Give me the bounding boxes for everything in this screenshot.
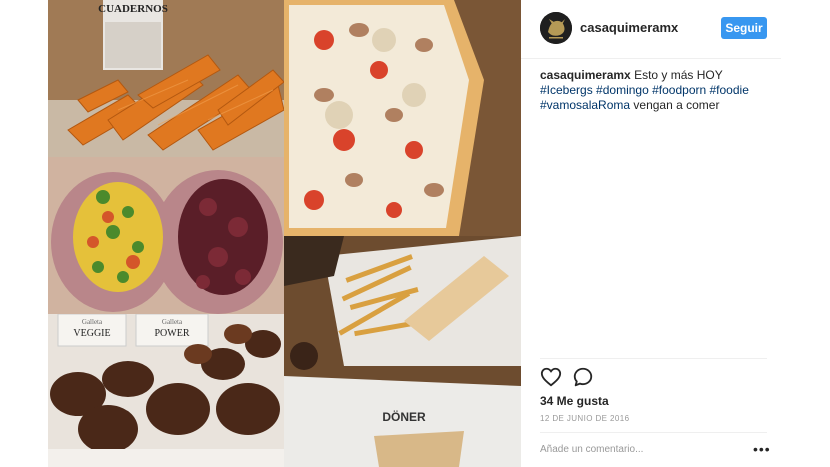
tacos-tile: [48, 157, 284, 314]
header-username[interactable]: casaquimeramx: [580, 20, 678, 35]
hashtag-icebergs[interactable]: #Icebergs: [540, 83, 593, 97]
card2-line2: POWER: [155, 328, 190, 339]
post-sidebar: casaquimeramx Seguir casaquimeramx Esto …: [521, 0, 781, 467]
cookies-tile: Galleta VEGGIE Galleta POWER: [48, 314, 284, 467]
comment-divider: [540, 432, 767, 433]
chimera-logo-icon: [540, 12, 572, 44]
hashtag-vamosalaroma[interactable]: #vamosalaRoma: [540, 98, 630, 112]
ellipsis-icon[interactable]: •••: [753, 442, 771, 456]
hashtag-domingo[interactable]: #domingo: [596, 83, 649, 97]
post-image[interactable]: CUADERNOS DÖNER Galleta VEGGIE Galleta P…: [48, 0, 521, 467]
likes-count[interactable]: 34 Me gusta: [540, 394, 609, 408]
post-actions: [540, 366, 620, 388]
follow-button[interactable]: Seguir: [721, 17, 767, 39]
actions-divider: [540, 358, 767, 359]
fries-tile: CUADERNOS: [48, 0, 284, 157]
doner-tile: DÖNER: [284, 236, 521, 467]
caption-username[interactable]: casaquimeramx: [540, 68, 631, 82]
caption-text-after: vengan a comer: [633, 98, 720, 112]
wrap-text: DÖNER: [382, 409, 426, 424]
bottle-label: CUADERNOS: [98, 3, 168, 15]
comment-input[interactable]: [540, 444, 730, 455]
post-header: casaquimeramx Seguir: [521, 0, 781, 59]
caption-text-before: Esto y más HOY: [634, 68, 723, 82]
avatar[interactable]: [540, 12, 572, 44]
card1-line2: VEGGIE: [73, 328, 110, 339]
card2-line1: Galleta: [162, 318, 183, 326]
speech-bubble-icon[interactable]: [572, 366, 594, 388]
post-caption: casaquimeramx Esto y más HOY #Icebergs #…: [540, 68, 768, 113]
pizza-tile: [284, 0, 521, 236]
hashtag-foodie[interactable]: #foodie: [710, 83, 749, 97]
hashtag-foodporn[interactable]: #foodporn: [652, 83, 706, 97]
post-date: 12 DE JUNIO DE 2016: [540, 414, 630, 423]
card1-line1: Galleta: [82, 318, 103, 326]
heart-outline-icon[interactable]: [540, 366, 562, 388]
